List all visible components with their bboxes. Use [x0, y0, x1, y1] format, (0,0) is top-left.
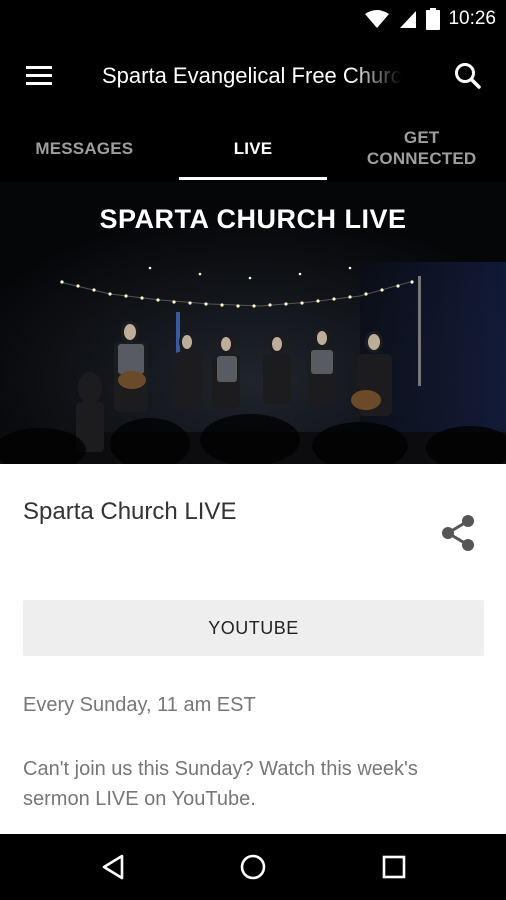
search-button[interactable]	[452, 60, 484, 92]
signal-icon	[400, 11, 417, 28]
tab-live[interactable]: LIVE	[169, 114, 338, 182]
schedule-text: Every Sunday, 11 am EST	[23, 694, 256, 716]
back-button[interactable]	[98, 851, 130, 883]
status-time: 10:26	[448, 8, 496, 29]
home-icon	[240, 854, 266, 880]
app-bar: Sparta Evangelical Free Church	[0, 38, 506, 114]
share-icon	[442, 515, 474, 551]
back-icon	[102, 854, 124, 880]
recents-icon	[382, 855, 406, 879]
tab-bar: MESSAGES LIVE GET CONNECTED	[0, 114, 506, 182]
share-button[interactable]	[440, 514, 476, 552]
navigation-bar	[0, 834, 506, 900]
hero-title: SPARTA CHURCH LIVE	[99, 204, 407, 234]
home-button[interactable]	[237, 851, 269, 883]
status-icons: 10:26	[364, 6, 496, 32]
tab-label: GET CONNECTED	[366, 128, 477, 168]
hero-banner: SPARTA CHURCH LIVE	[0, 182, 506, 464]
item-title: Sparta Church LIVE	[23, 498, 237, 525]
battery-icon	[426, 8, 441, 30]
tab-messages[interactable]: MESSAGES	[0, 114, 169, 182]
app-title: Sparta Evangelical Free Church	[102, 63, 402, 88]
menu-icon	[26, 66, 52, 85]
search-icon	[455, 63, 481, 89]
wifi-icon	[365, 10, 390, 28]
status-bar: 10:26	[0, 0, 506, 38]
active-tab-indicator	[178, 177, 328, 180]
tab-label: LIVE	[233, 138, 273, 158]
tab-label: MESSAGES	[35, 138, 134, 158]
tab-get-connected[interactable]: GET CONNECTED	[337, 114, 506, 182]
description-text: Can't join us this Sunday? Watch this we…	[23, 758, 418, 810]
menu-button[interactable]	[20, 60, 60, 92]
recents-button[interactable]	[378, 851, 410, 883]
youtube-button[interactable]: YOUTUBE	[23, 600, 484, 656]
